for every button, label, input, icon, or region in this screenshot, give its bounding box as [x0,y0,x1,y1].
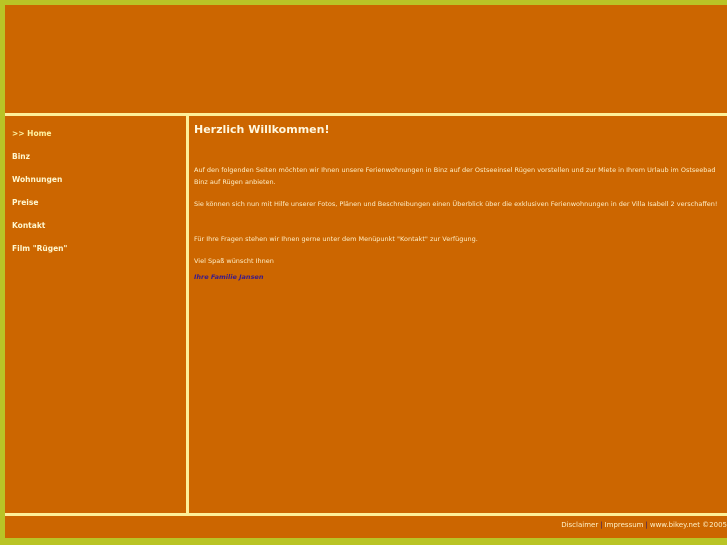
contact-paragraph: Für Ihre Fragen stehen wir Ihnen gerne u… [194,235,478,243]
greeting-paragraph: Viel Spaß wünscht Ihnen [194,257,274,265]
footer: Disclaimer | Impressum | www.bikey.net ©2005 [5,516,727,538]
nav-item-wohnungen[interactable]: Wohnungen [12,175,62,184]
header-banner [5,5,727,113]
sidebar-nav: >> Home Binz Wohnungen Preise Kontakt Fi… [5,116,186,513]
page-title: Herzlich Willkommen! [194,123,330,136]
page-frame: >> Home Binz Wohnungen Preise Kontakt Fi… [5,5,727,538]
overview-paragraph: Sie können sich nun mit Hilfe unserer Fo… [194,200,718,208]
nav-item-film-ruegen[interactable]: Film "Rügen" [12,244,67,253]
signature: Ihre Familie Jansen [194,273,264,281]
sidebar-divider [186,116,189,513]
nav-item-kontakt[interactable]: Kontakt [12,221,45,230]
nav-item-home[interactable]: >> Home [12,129,52,138]
intro-paragraph: Auf den folgenden Seiten möchten wir Ihn… [194,166,716,186]
footer-links: Disclaimer | Impressum | www.bikey.net ©2005 [561,521,727,529]
main-content: Herzlich Willkommen! Auf den folgenden S… [194,116,724,513]
disclaimer-link[interactable]: Disclaimer [561,521,598,529]
credit-link[interactable]: www.bikey.net ©2005 [650,521,727,529]
nav-item-preise[interactable]: Preise [12,198,38,207]
impressum-link[interactable]: Impressum [605,521,644,529]
nav-item-binz[interactable]: Binz [12,152,30,161]
